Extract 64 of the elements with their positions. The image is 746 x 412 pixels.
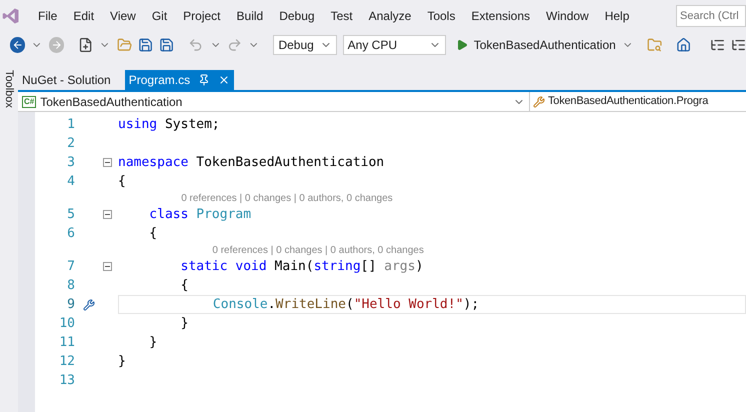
menu-item[interactable]: Tools: [419, 7, 464, 25]
code-line: using System;: [118, 116, 221, 134]
fold-toggle[interactable]: [103, 262, 112, 271]
menu-item[interactable]: File: [30, 7, 66, 25]
menu-item[interactable]: Project: [175, 7, 229, 25]
code-line: static void Main(string[] args): [180, 258, 424, 276]
menu-item[interactable]: Debug: [271, 7, 323, 25]
menu-item[interactable]: Build: [228, 7, 272, 25]
line-number: 4: [67, 172, 75, 191]
line-number: 8: [67, 276, 75, 295]
save-icon[interactable]: [138, 37, 154, 53]
code-line: }: [148, 334, 158, 352]
line-number: 5: [67, 206, 75, 224]
configuration-dropdown[interactable]: Debug: [273, 35, 337, 55]
list-icon[interactable]: [710, 37, 725, 53]
open-folder-icon[interactable]: [116, 37, 132, 53]
logo-icon: [2, 7, 20, 25]
start-button[interactable]: TokenBasedAuthentication: [456, 36, 616, 54]
platform-dropdown[interactable]: Any CPU: [342, 35, 446, 55]
wrench-icon: [533, 96, 545, 108]
close-icon[interactable]: [218, 74, 230, 86]
code-line: {: [180, 276, 190, 295]
line-number: 7: [67, 258, 75, 276]
code-line: }: [118, 352, 127, 371]
fold-toggle[interactable]: [103, 210, 112, 219]
menu-item[interactable]: Help: [596, 7, 638, 25]
line-number: 11: [59, 334, 75, 352]
document-tab[interactable]: Program.cs: [124, 70, 234, 90]
quick-actions-icon[interactable]: [83, 298, 95, 310]
toolbox-tab[interactable]: Toolbox: [2, 70, 16, 412]
type-dropdown[interactable]: TokenBasedAuthentication.Progra: [530, 92, 746, 111]
list-icon[interactable]: [730, 37, 746, 53]
line-number: 2: [67, 134, 75, 153]
menu-item[interactable]: View: [102, 7, 144, 25]
menu-item[interactable]: Test: [322, 7, 361, 25]
line-number: 6: [67, 224, 75, 243]
line-number: 3: [67, 154, 75, 172]
line-number: 9: [67, 296, 75, 314]
folder-search-icon[interactable]: [647, 37, 662, 53]
fold-toggle[interactable]: [103, 158, 112, 167]
search-field[interactable]: Search (Ctrl: [676, 5, 746, 27]
line-number: 10: [59, 314, 75, 333]
home-icon[interactable]: [676, 37, 692, 53]
code-line: }: [180, 314, 190, 333]
code-line: namespace TokenBasedAuthentication: [118, 154, 386, 172]
menu-item[interactable]: Window: [538, 7, 597, 25]
line-number: 13: [59, 372, 75, 390]
pin-icon[interactable]: [198, 74, 210, 86]
code-line: {: [118, 172, 127, 191]
save-all-icon[interactable]: [159, 37, 174, 53]
document-tab[interactable]: NuGet - Solution: [18, 70, 115, 90]
menu-item[interactable]: Edit: [65, 7, 102, 25]
menu-item[interactable]: Extensions: [463, 7, 538, 25]
code-line: class Program: [148, 206, 252, 224]
line-number: 12: [59, 352, 75, 371]
new-file-icon[interactable]: [78, 37, 94, 53]
code-line: {: [148, 224, 158, 243]
line-number: 1: [67, 116, 75, 134]
csharp-badge: C#: [22, 96, 36, 108]
project-dropdown[interactable]: C# TokenBasedAuthentication: [18, 92, 530, 111]
menu-item[interactable]: Analyze: [360, 7, 420, 25]
play-icon[interactable]: [456, 39, 468, 51]
back-icon[interactable]: [10, 37, 26, 53]
menu-item[interactable]: Git: [144, 7, 176, 25]
